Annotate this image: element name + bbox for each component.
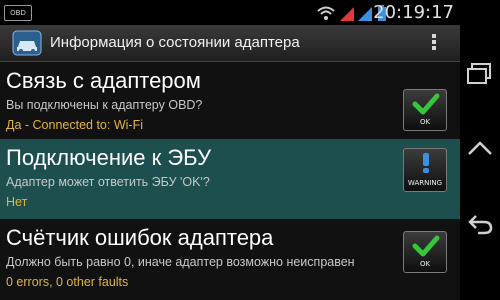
list-item-adapter-connection[interactable]: Связь с адаптером Вы подключены к адапте… — [0, 62, 460, 139]
list-item-ecu-connection[interactable]: Подключение к ЭБУ Адаптер может ответить… — [0, 139, 460, 219]
status-bar: OBD 20:19:17 — [0, 0, 460, 25]
checkmark-icon — [412, 93, 440, 115]
action-bar: Информация о состоянии адаптера — [0, 25, 460, 62]
item-value: 0 errors, 0 other faults — [6, 275, 129, 289]
overflow-menu-icon[interactable] — [424, 32, 444, 54]
item-title: Связь с адаптером — [6, 68, 201, 93]
item-title: Счётчик ошибок адаптера — [6, 225, 274, 250]
car-obd-icon[interactable] — [12, 29, 42, 57]
adapter-status-list: Связь с адаптером Вы подключены к адапте… — [0, 62, 460, 300]
status-ok-button[interactable]: OK — [403, 231, 447, 273]
status-label: OK — [419, 260, 431, 268]
item-title: Подключение к ЭБУ — [6, 145, 212, 170]
wifi-icon — [317, 6, 335, 20]
item-description: Должно быть равно 0, иначе адаптер возмо… — [6, 255, 355, 269]
obd-notification-icon: OBD — [4, 5, 32, 21]
back-icon[interactable] — [466, 212, 494, 236]
signal-icon — [358, 7, 372, 21]
status-ok-button[interactable]: OK — [403, 89, 447, 131]
item-description: Вы подключены к адаптеру OBD? — [6, 98, 203, 112]
page-title: Информация о состоянии адаптера — [50, 34, 300, 51]
exclamation-icon — [423, 153, 429, 173]
status-warning-button[interactable]: WARNING — [403, 148, 447, 192]
recent-apps-icon[interactable] — [466, 62, 494, 86]
navigation-bar — [460, 0, 500, 300]
list-item-adapter-error-counter[interactable]: Счётчик ошибок адаптера Должно быть равн… — [0, 219, 460, 300]
item-value: Да - Connected to: Wi-Fi — [6, 118, 143, 132]
home-icon[interactable] — [466, 138, 494, 162]
status-label: WARNING — [407, 179, 443, 187]
item-description: Адаптер может ответить ЭБУ 'OK'? — [6, 175, 210, 189]
item-value: Нет — [6, 195, 28, 209]
status-time: 20:19:17 — [373, 2, 454, 23]
signal-icon — [340, 7, 354, 21]
checkmark-icon — [412, 235, 440, 257]
status-label: OK — [419, 118, 431, 126]
